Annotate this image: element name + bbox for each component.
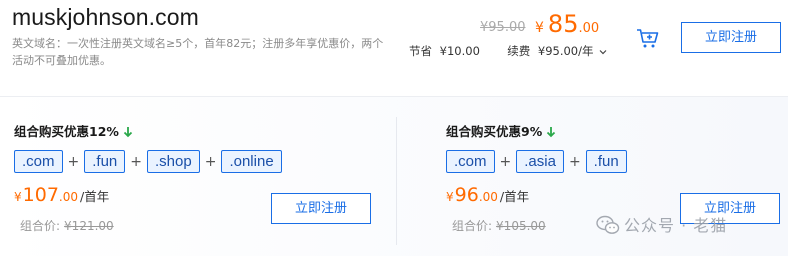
tld-tag: .fun <box>585 150 627 173</box>
price-integer: 85 <box>547 10 579 38</box>
combo-old-price: ¥105.00 <box>496 219 546 233</box>
price-decimal: .00 <box>478 190 498 204</box>
current-price: ¥85.00 <box>535 10 599 38</box>
register-button[interactable]: 立即注册 <box>681 22 781 53</box>
price-integer: 107 <box>22 184 59 206</box>
price-unit: /首年 <box>80 189 110 204</box>
watermark-text: 公众号 · 老猫 <box>624 216 728 235</box>
price-meta: 节省 ¥10.00 续费 ¥95.00/年 <box>409 43 608 59</box>
wechat-icon <box>596 215 620 234</box>
save-label: 节省 <box>409 44 432 58</box>
combo-original-price: 组合价: ¥105.00 <box>452 217 546 234</box>
combo-old-price: ¥121.00 <box>64 219 114 233</box>
combo-original-price: 组合价: ¥121.00 <box>20 217 114 234</box>
combo-register-button[interactable]: 立即注册 <box>271 193 371 224</box>
down-arrow-icon <box>547 127 556 138</box>
plus-sign: + <box>204 153 217 170</box>
tld-tag: .com <box>446 150 495 173</box>
tld-tag: .online <box>221 150 282 173</box>
price-decimal: .00 <box>58 190 78 204</box>
plus-sign: + <box>499 153 512 170</box>
add-to-cart-icon[interactable] <box>636 27 660 49</box>
tld-tag: .fun <box>84 150 126 173</box>
domain-description: 英文域名：一次性注册英文域名≥5个，首年82元；注册多年享优惠价，两个活动不可叠… <box>12 37 384 67</box>
combo-title: 组合购买优惠9% <box>446 121 556 140</box>
price-decimal: .00 <box>578 21 600 36</box>
combo-title: 组合购买优惠12% <box>14 121 133 140</box>
combo-tld-list: .com + .fun + .shop + .online <box>14 150 282 173</box>
plus-sign: + <box>568 153 581 170</box>
combo-price-label: 组合价: <box>20 219 61 233</box>
tld-tag: .asia <box>516 150 564 173</box>
plus-sign: + <box>67 153 80 170</box>
combo-price: ¥107.00/首年 <box>14 184 109 206</box>
combo-price: ¥96.00/首年 <box>446 184 529 206</box>
price-unit: /首年 <box>499 189 530 204</box>
chevron-down-icon[interactable] <box>598 47 608 57</box>
price-integer: 96 <box>454 184 479 206</box>
tld-tag: .com <box>14 150 63 173</box>
combo-tld-list: .com + .asia + .fun <box>446 150 627 173</box>
domain-name: muskjohnson.com <box>12 4 199 30</box>
renew-label: 续费 <box>507 44 531 58</box>
combo-title-text: 组合购买优惠9% <box>446 124 543 139</box>
domain-header: muskjohnson.com 英文域名：一次性注册英文域名≥5个，首年82元；… <box>0 0 788 96</box>
tld-tag: .shop <box>147 150 200 173</box>
price-currency: ¥ <box>446 190 454 204</box>
save-value: ¥10.00 <box>439 44 480 58</box>
plus-sign: + <box>130 153 143 170</box>
combo-price-label: 组合价: <box>452 219 493 233</box>
combo-title-text: 组合购买优惠12% <box>14 124 119 139</box>
watermark: 公众号 · 老猫 <box>596 212 727 236</box>
original-price: ¥95.00 <box>480 20 526 35</box>
combo-divider <box>396 117 397 245</box>
renew-value[interactable]: ¥95.00/年 <box>538 44 594 58</box>
down-arrow-icon <box>123 127 133 138</box>
price-currency: ¥ <box>535 20 544 36</box>
price-currency: ¥ <box>14 190 22 204</box>
